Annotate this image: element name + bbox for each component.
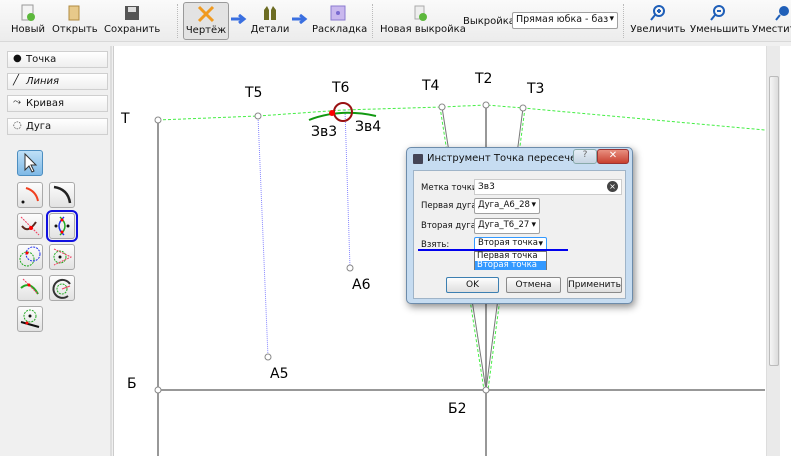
point-label: Т5 [244,85,262,101]
apply-button[interactable]: Применить [567,277,622,293]
point-name-input[interactable]: Зв3 × [474,179,622,195]
point-label: Т4 [421,78,440,94]
point-label: А5 [270,366,288,382]
app-icon [413,154,423,164]
point-label: Т2 [474,71,492,87]
point-label: Б [127,376,137,392]
ok-button[interactable]: OK [446,277,499,293]
second-arc-select[interactable]: Дуга_Т6_27 [474,218,540,234]
clear-icon[interactable]: × [607,181,618,192]
point-label: А6 [352,277,371,293]
line-t5-a5 [257,115,269,358]
close-button[interactable]: ✕ [597,149,629,164]
vertical-scrollbar[interactable] [766,46,780,456]
point-label: Т3 [526,81,544,97]
dialog-body: Метка точки: Зв3 × Первая дуга: Дуга_А6_… [413,170,626,299]
take-dropdown-list: Первая точка Вторая точка [474,251,547,270]
point-label: Зв3 [311,124,337,140]
pattern-drawing: Т Т5 Т6 Т4 Т2 Т3 Зв3 Зв4 А6 А5 Б Б2 [120,71,766,456]
point-label: Т6 [331,80,350,96]
guide-curve [157,104,766,131]
intersection-dialog: Инструмент Точка пересечения... ? ✕ Метк… [406,147,633,304]
option-second-point[interactable]: Вторая точка [475,261,546,270]
point-label: Зв4 [355,119,381,135]
scrollbar-thumb[interactable] [769,76,779,366]
point-label: Т [120,111,130,127]
first-arc-select[interactable]: Дуга_А6_28 [474,198,540,214]
line-t6-a6 [344,109,351,269]
zoom-fit-icon [775,6,789,21]
cancel-button[interactable]: Отмена [506,277,561,293]
point-label: Б2 [448,401,467,417]
help-button[interactable]: ? [573,149,597,164]
